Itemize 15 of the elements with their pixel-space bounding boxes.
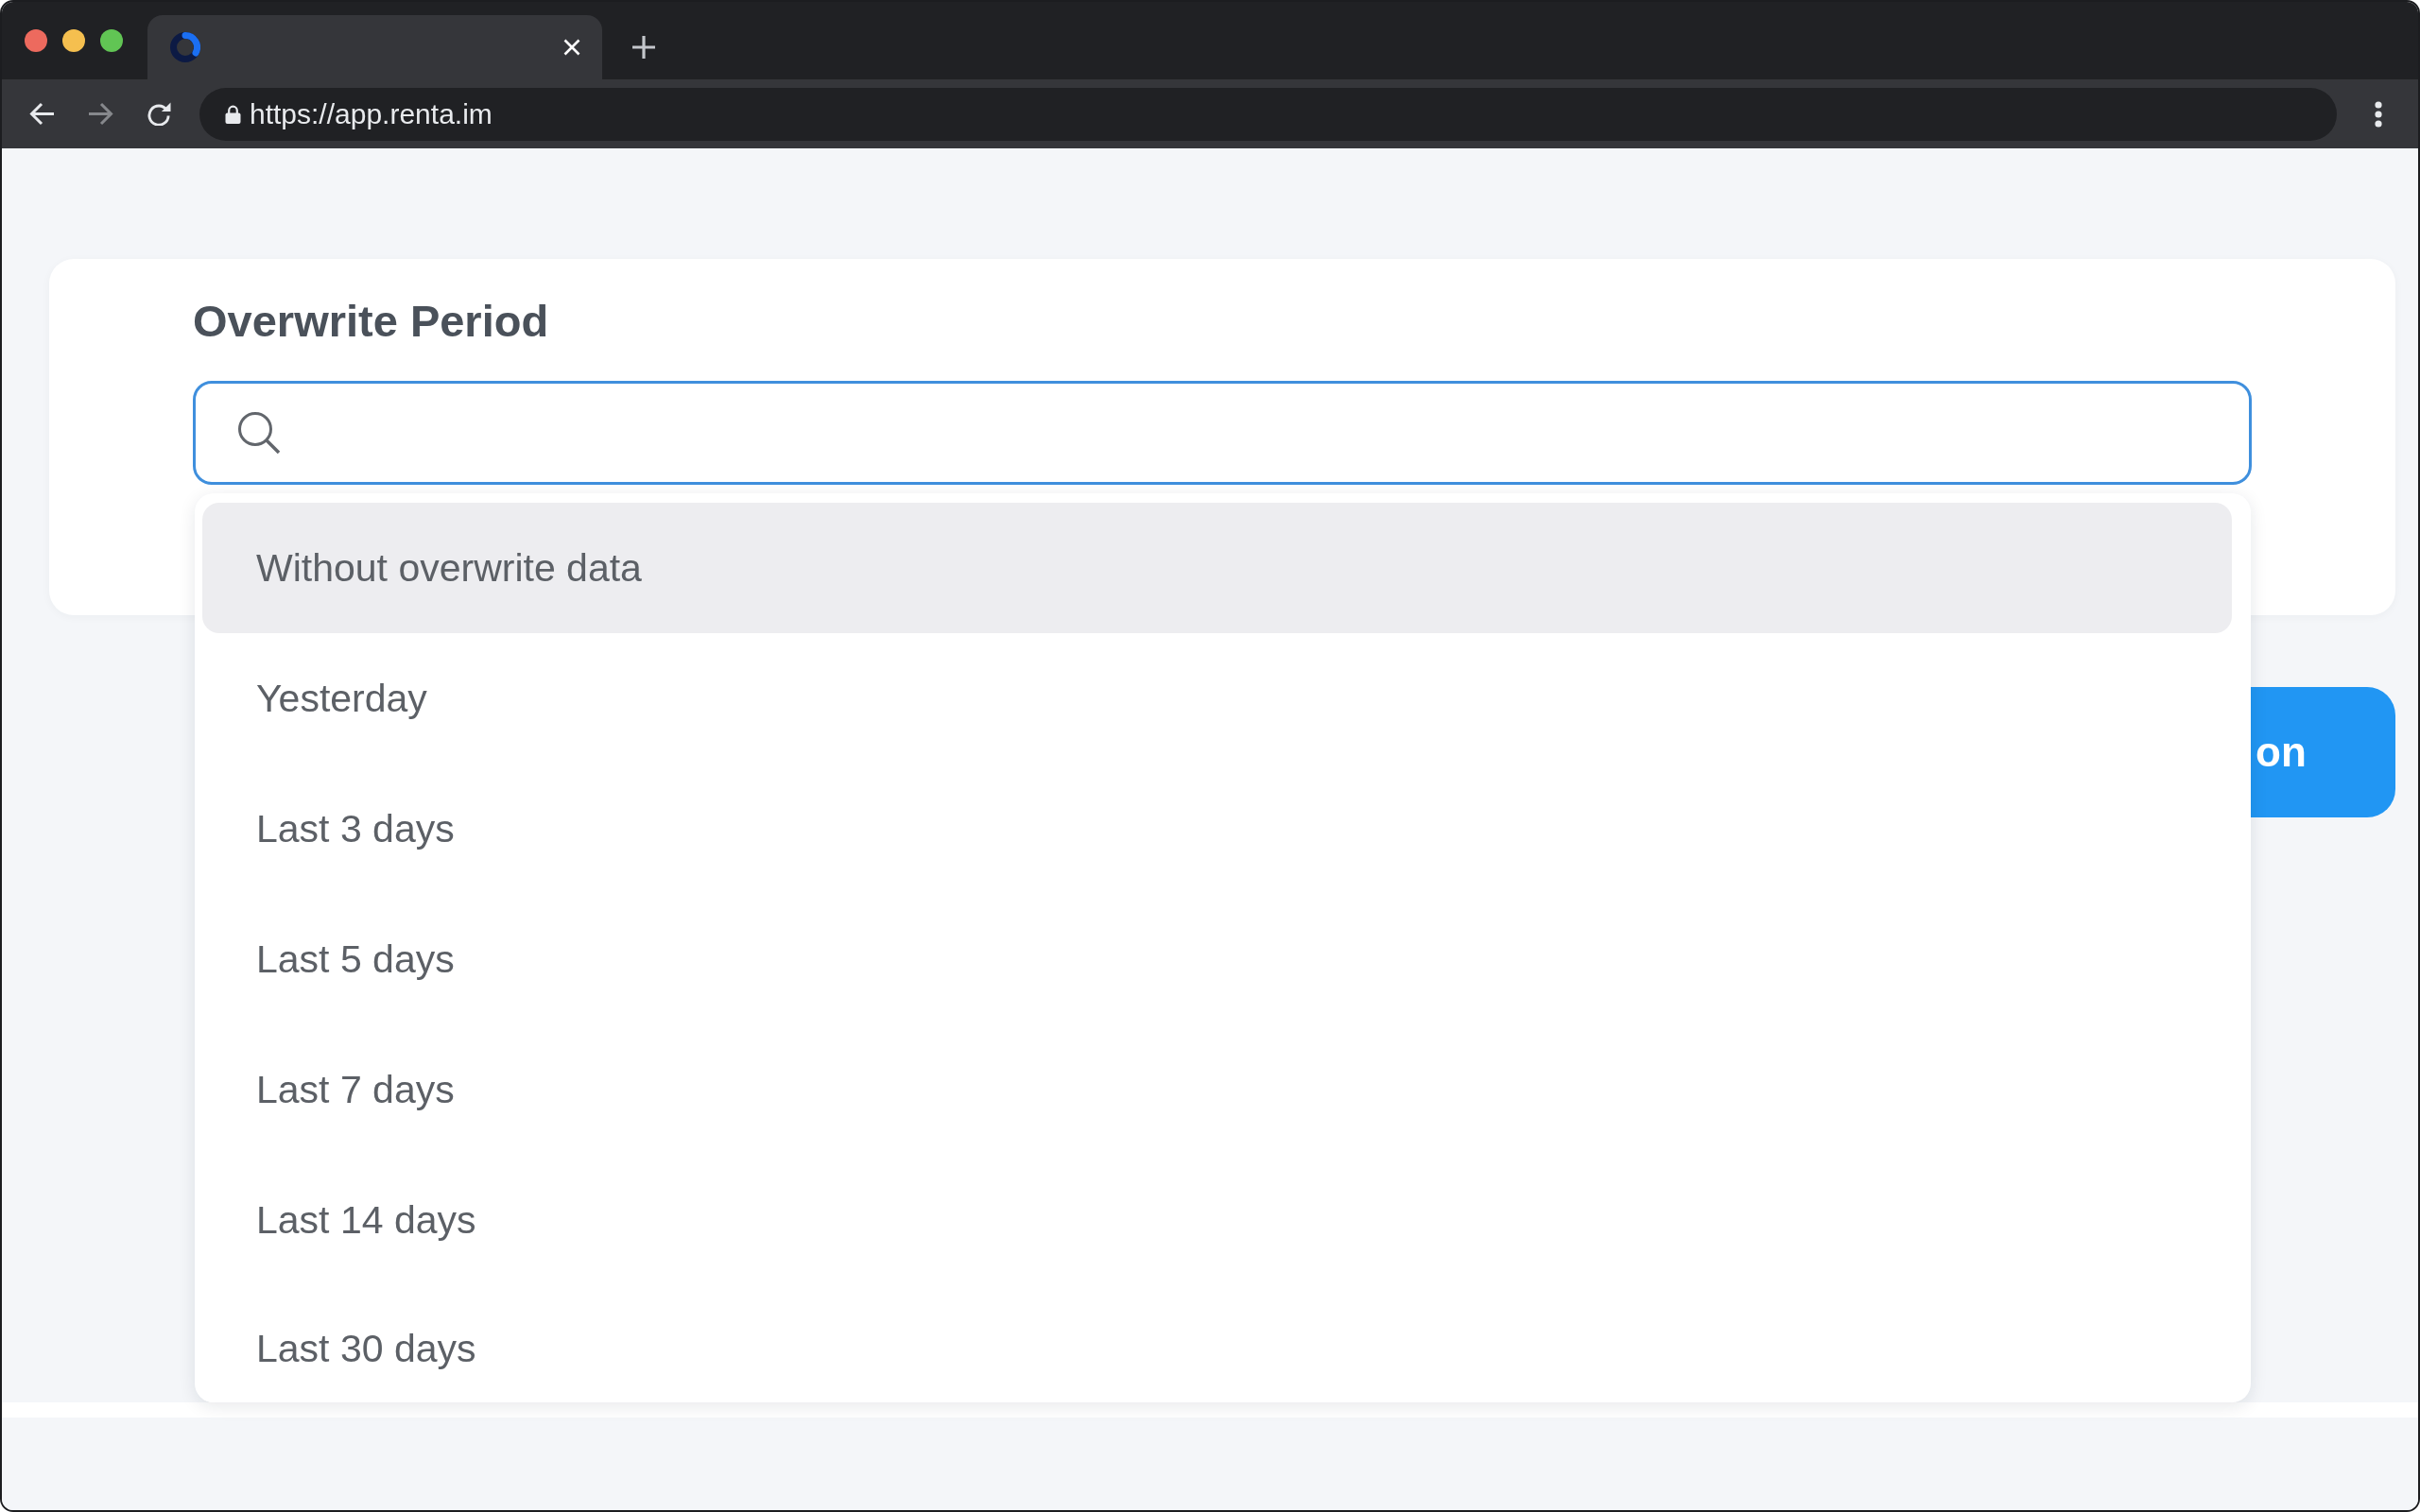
maximize-window-icon[interactable] (100, 29, 123, 52)
search-field[interactable] (193, 381, 2252, 485)
section-title: Overwrite Period (193, 298, 550, 345)
search-icon (237, 411, 281, 455)
ring-logo-icon (170, 32, 200, 62)
url-text: https://app.renta.im (250, 97, 493, 130)
address-bar[interactable]: https://app.renta.im (199, 87, 2337, 141)
plus-icon[interactable] (632, 36, 655, 59)
dropdown-option[interactable]: Without overwrite data (202, 503, 2232, 633)
reload-icon[interactable] (147, 102, 172, 126)
back-icon[interactable] (29, 102, 55, 126)
more-menu-icon[interactable] (2375, 100, 2382, 128)
minimize-window-icon[interactable] (62, 29, 85, 52)
close-tab-icon[interactable] (563, 39, 580, 56)
close-window-icon[interactable] (25, 29, 47, 52)
